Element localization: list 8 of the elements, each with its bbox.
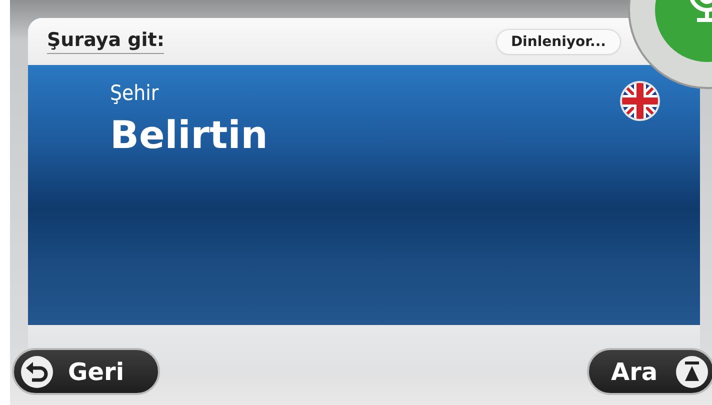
search-button[interactable]: Ara	[587, 348, 712, 395]
uk-flag-icon[interactable]	[620, 81, 660, 121]
field-value: Belirtin	[110, 113, 268, 157]
field-label: Şehir	[110, 81, 160, 105]
back-button[interactable]: Geri	[12, 348, 160, 395]
entry-area[interactable]: Şehir Belirtin	[28, 65, 700, 325]
page-title: Şuraya git:	[47, 29, 164, 54]
listening-status: Dinleniyor...	[496, 30, 620, 54]
